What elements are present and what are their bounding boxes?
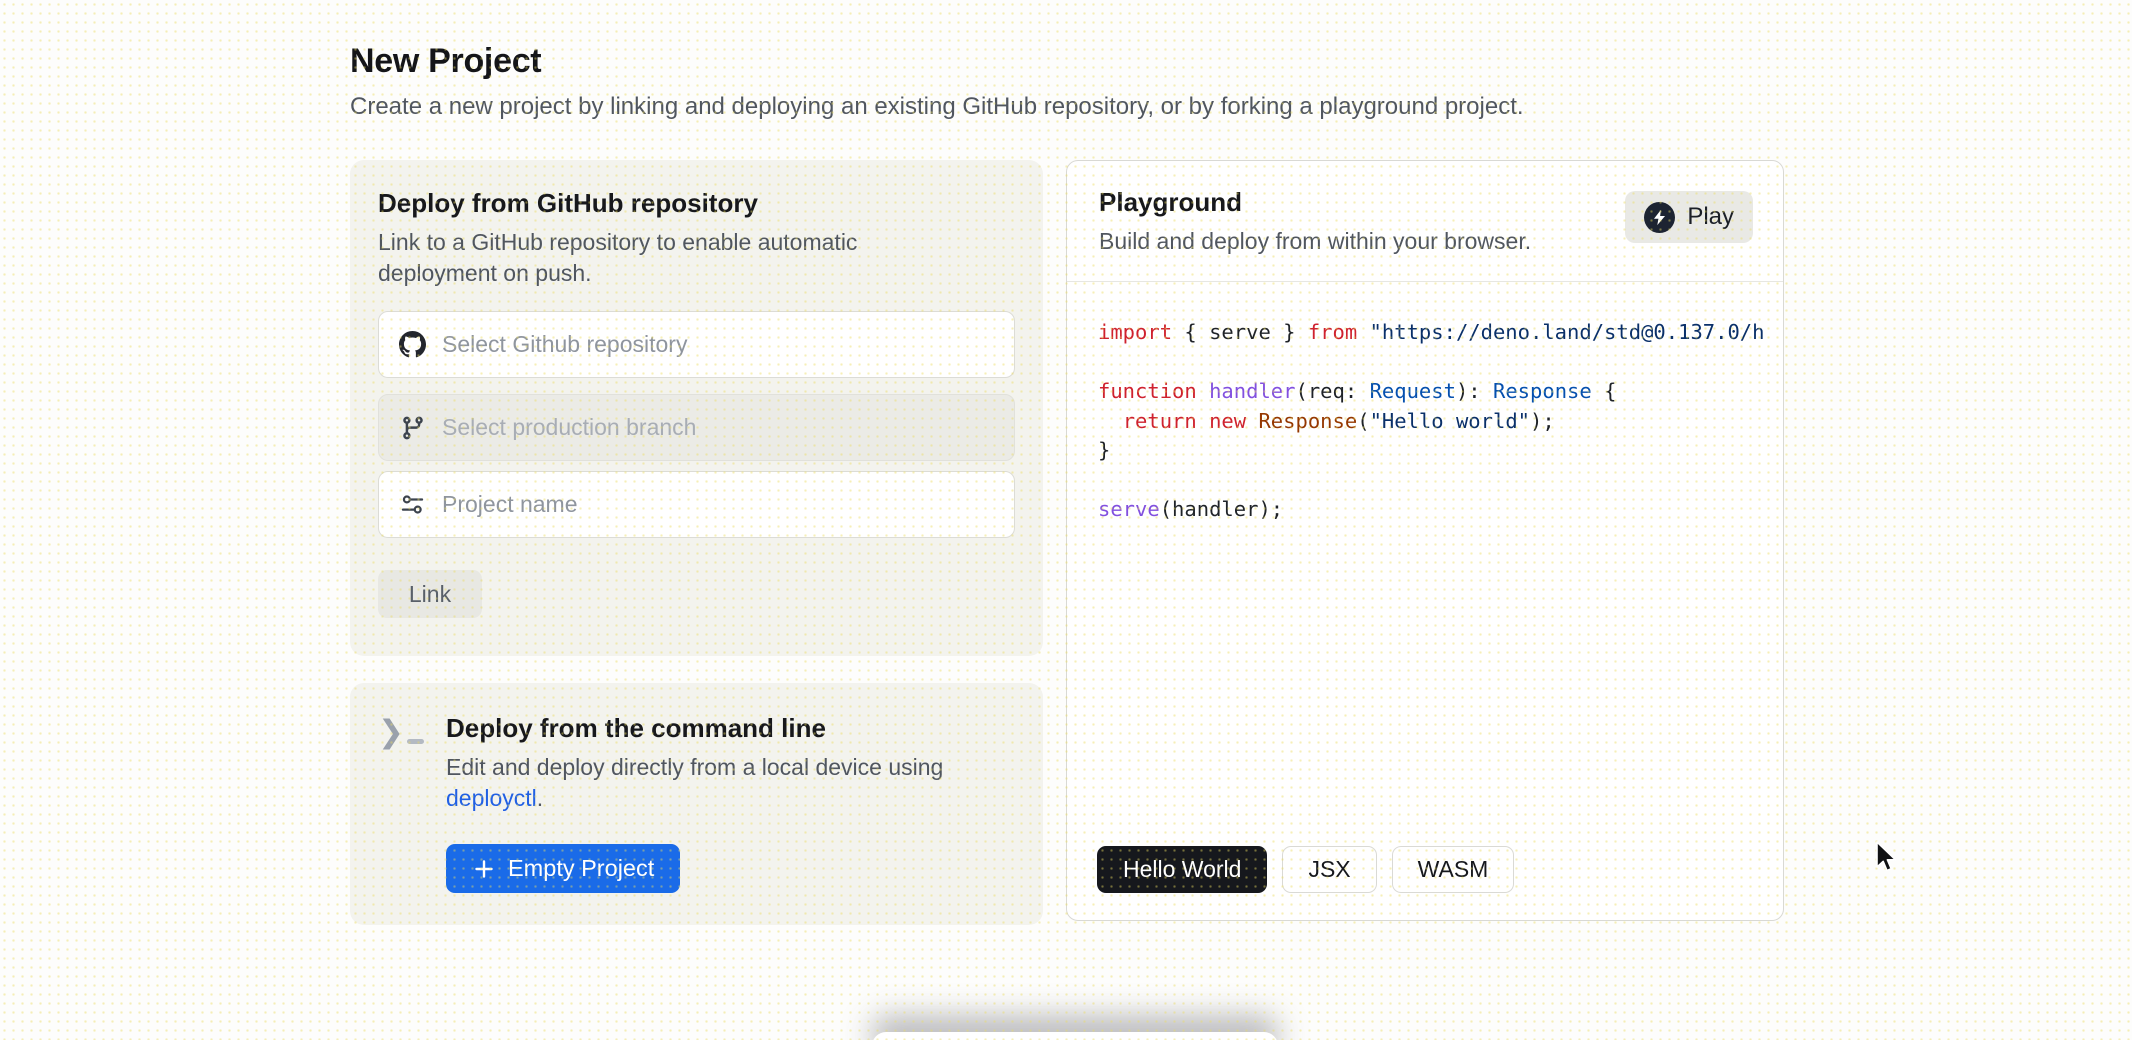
github-card-title: Deploy from GitHub repository <box>378 188 1015 219</box>
code-token-kw: return <box>1123 409 1197 433</box>
sliders-icon <box>399 491 426 518</box>
mouse-cursor <box>1874 841 1906 877</box>
code-token-pl: (req: <box>1296 379 1370 403</box>
terminal-underscore <box>407 739 424 744</box>
play-button[interactable]: Play <box>1625 191 1753 243</box>
github-icon <box>399 331 426 358</box>
code-token-fn: handler <box>1209 379 1295 403</box>
cli-description-period: . <box>537 785 543 811</box>
github-card-form <box>378 311 1015 538</box>
code-line: function handler(req: Request): Response… <box>1098 377 1779 407</box>
page-subtitle: Create a new project by linking and depl… <box>350 93 1524 121</box>
left-column: Deploy from GitHub repository Link to a … <box>350 160 1043 925</box>
cli-deploy-card: ❯ Deploy from the command line Edit and … <box>350 683 1043 925</box>
cli-description-text: Edit and deploy directly from a local de… <box>446 754 943 780</box>
code-token-pl: ( <box>1357 409 1369 433</box>
code-token-pl <box>1197 409 1209 433</box>
playground-code-editor[interactable]: import { serve } from "https://deno.land… <box>1067 282 1783 846</box>
playground-card: Playground Build and deploy from within … <box>1066 160 1784 921</box>
page-header: New Project Create a new project by link… <box>350 42 1524 121</box>
code-token-kw: from <box>1308 320 1357 344</box>
cli-card-description: Edit and deploy directly from a local de… <box>446 752 1006 814</box>
lightning-icon <box>1644 202 1675 233</box>
template-button-wasm[interactable]: WASM <box>1392 846 1515 893</box>
github-card-description: Link to a GitHub repository to enable au… <box>378 227 918 289</box>
git-branch-icon <box>399 414 426 441</box>
code-token-cls: Response <box>1258 409 1357 433</box>
github-repo-select[interactable] <box>378 311 1015 378</box>
github-repo-input[interactable] <box>442 331 994 358</box>
terminal-icon: ❯ <box>378 717 424 895</box>
empty-project-button[interactable]: Empty Project <box>446 844 680 893</box>
code-token-kw: function <box>1098 379 1197 403</box>
template-buttons-row: Hello World JSX WASM <box>1067 846 1783 920</box>
code-token-pl <box>1098 409 1123 433</box>
code-token-pl: { serve } <box>1172 320 1308 344</box>
code-token-pl: ); <box>1530 409 1555 433</box>
code-token-pl: ): <box>1456 379 1493 403</box>
code-token-pl <box>1197 379 1209 403</box>
playground-title: Playground <box>1099 187 1531 218</box>
code-token-fn: serve <box>1098 497 1160 521</box>
code-token-pl <box>1246 409 1258 433</box>
code-line <box>1098 466 1779 496</box>
production-branch-select[interactable] <box>378 394 1015 461</box>
code-line: return new Response("Hello world"); <box>1098 407 1779 437</box>
playground-description: Build and deploy from within your browse… <box>1099 226 1531 257</box>
template-button-jsx[interactable]: JSX <box>1282 846 1376 893</box>
code-token-pl <box>1357 320 1369 344</box>
cards-row: Deploy from GitHub repository Link to a … <box>350 160 1784 925</box>
code-line: serve(handler); <box>1098 495 1779 525</box>
plus-icon <box>472 857 496 881</box>
new-project-page: New Project Create a new project by link… <box>0 0 2132 1040</box>
below-fold-card-shadow <box>872 1032 1278 1040</box>
playground-header-text: Playground Build and deploy from within … <box>1099 187 1531 257</box>
code-line <box>1098 348 1779 378</box>
production-branch-input[interactable] <box>442 414 994 441</box>
code-token-pl: } <box>1098 438 1110 462</box>
code-token-kw: import <box>1098 320 1172 344</box>
page-title: New Project <box>350 42 1524 81</box>
template-button-hello-world[interactable]: Hello World <box>1097 846 1267 893</box>
code-token-ty: Response <box>1493 379 1592 403</box>
code-line: } <box>1098 436 1779 466</box>
link-button[interactable]: Link <box>378 570 482 618</box>
empty-project-label: Empty Project <box>508 855 654 882</box>
code-line: import { serve } from "https://deno.land… <box>1098 318 1779 348</box>
playground-header: Playground Build and deploy from within … <box>1067 161 1783 281</box>
project-name-field[interactable] <box>378 471 1015 538</box>
code-token-str: "Hello world" <box>1370 409 1530 433</box>
deployctl-link[interactable]: deployctl <box>446 785 537 811</box>
code-token-ty: Request <box>1370 379 1456 403</box>
cli-card-title: Deploy from the command line <box>446 713 1006 744</box>
project-name-input[interactable] <box>442 491 994 518</box>
terminal-chevron: ❯ <box>378 717 404 747</box>
code-token-pl: { <box>1592 379 1617 403</box>
code-token-pl: (handler); <box>1160 497 1283 521</box>
github-deploy-card: Deploy from GitHub repository Link to a … <box>350 160 1043 656</box>
code-token-kw: new <box>1209 409 1246 433</box>
code-token-str: "https://deno.land/std@0.137.0/h <box>1370 320 1765 344</box>
cli-card-body: Deploy from the command line Edit and de… <box>446 713 1006 895</box>
play-button-label: Play <box>1687 203 1734 231</box>
